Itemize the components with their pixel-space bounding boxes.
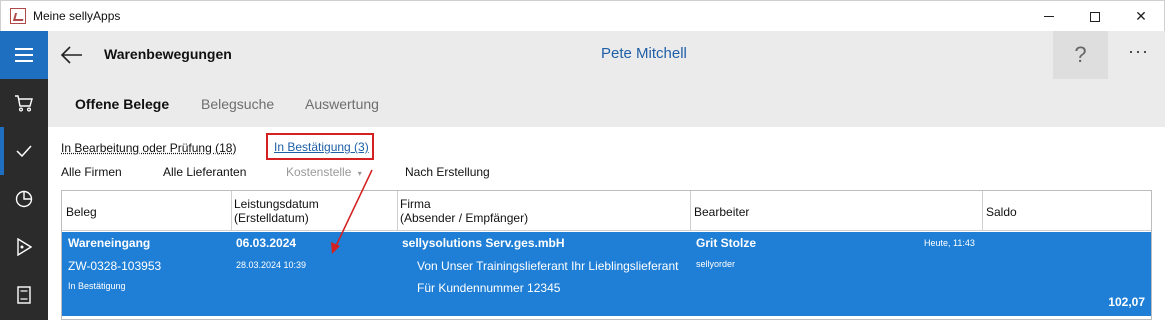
row-editor: Grit Stolze [696,236,757,250]
row-editor-time: Heute, 11:43 [924,238,975,248]
rail-item-statistics[interactable] [0,175,48,223]
column-header-bearbeiter[interactable]: Bearbeiter [694,205,749,219]
question-mark-icon: ? [1074,42,1087,67]
pie-chart-icon [15,190,33,208]
row-document-type: Wareneingang [68,236,151,250]
shopping-cart-icon [15,95,33,112]
hamburger-menu-button[interactable] [0,31,48,79]
book-icon [17,286,31,304]
row-editor-source: sellyorder [696,259,736,269]
page-title: Warenbewegungen [104,46,232,62]
column-header-firma-line2: (Absender / Empfänger) [400,211,529,225]
filter-kostenstelle[interactable]: Kostenstelle ▾ [286,165,362,179]
table-header: Beleg Leistungsdatum (Erstelldatum) Firm… [62,191,1151,231]
row-document-number: ZW-0328-103953 [68,259,162,273]
rail-item-checkmark[interactable] [0,127,48,175]
row-created-date: 28.03.2024 10:39 [236,260,307,270]
more-options-button[interactable]: ··· [1128,41,1149,62]
window-controls: ✕ [1026,1,1164,32]
row-customer-number: Für Kundennummer 12345 [417,281,561,295]
rail-item-cart[interactable] [0,79,48,127]
close-icon: ✕ [1135,8,1147,24]
column-header-saldo[interactable]: Saldo [986,205,1017,219]
column-header-leistungsdatum-line2: (Erstelldatum) [234,211,309,225]
table-row[interactable]: Wareneingang ZW-0328-103953 In Bestätigu… [62,232,1151,316]
column-header-beleg[interactable]: Beleg [66,205,97,219]
documents-table: Beleg Leistungsdatum (Erstelldatum) Firm… [61,190,1152,320]
filter-alle-lieferanten[interactable]: Alle Lieferanten [163,165,246,179]
hamburger-icon [15,48,33,62]
close-button[interactable]: ✕ [1118,1,1164,32]
sort-nach-erstellung[interactable]: Nach Erstellung [405,165,490,179]
help-button[interactable]: ? [1053,31,1108,79]
maximize-button[interactable] [1072,1,1118,32]
back-button[interactable] [60,43,84,67]
row-divider [62,316,1151,317]
column-header-leistungsdatum-line1: Leistungsdatum [234,197,319,211]
column-divider [231,191,232,231]
column-header-leistungsdatum[interactable]: Leistungsdatum (Erstelldatum) [234,197,319,225]
current-user: Pete Mitchell [601,45,687,62]
nav-rail [0,31,48,320]
tag-icon [17,238,32,256]
row-sender: Von Unser Trainingslieferant Ihr Lieblin… [417,259,679,273]
tab-bar: Offene Belege Belegsuche Auswertung [48,79,1165,127]
window-title: Meine sellyApps [33,9,121,23]
tab-belegsuche[interactable]: Belegsuche [201,96,274,112]
minimize-button[interactable] [1026,1,1072,32]
tab-auswertung[interactable]: Auswertung [305,96,379,112]
app-header: Warenbewegungen Pete Mitchell ? ··· [48,31,1165,79]
row-balance: 102,07 [1108,295,1145,309]
app-logo-icon [10,8,26,24]
rail-item-tag[interactable] [0,223,48,271]
minimize-icon [1044,16,1054,17]
chevron-down-icon: ▾ [357,169,362,178]
row-status: In Bestätigung [68,281,126,291]
rail-item-book[interactable] [0,271,48,319]
maximize-icon [1090,11,1100,22]
filter-alle-firmen[interactable]: Alle Firmen [61,165,122,179]
filter-in-bearbeitung[interactable]: In Bearbeitung oder Prüfung (18) [61,141,236,155]
column-header-firma[interactable]: Firma (Absender / Empfänger) [400,197,528,225]
kostenstelle-label: Kostenstelle [286,165,352,179]
column-header-firma-line1: Firma [400,197,431,211]
arrow-left-icon [60,46,82,64]
row-company: sellysolutions Serv.ges.mbH [402,236,565,250]
annotation-highlight-box [266,133,374,160]
checkmark-icon [16,145,32,157]
window-titlebar: Meine sellyApps ✕ [0,0,1165,31]
row-service-date: 06.03.2024 [236,236,297,250]
column-divider [397,191,398,231]
column-divider [690,191,691,231]
column-divider [982,191,983,231]
tab-offene-belege[interactable]: Offene Belege [75,96,169,112]
